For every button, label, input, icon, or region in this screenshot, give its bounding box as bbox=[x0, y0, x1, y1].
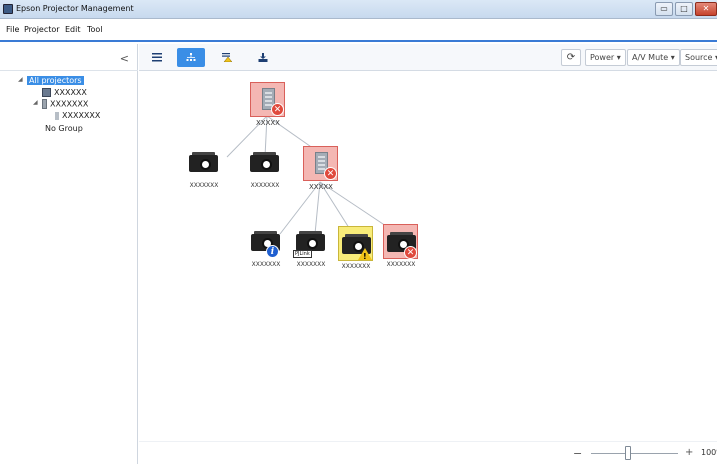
node-label: XXXXX bbox=[309, 183, 333, 191]
tree-item-label: No Group bbox=[45, 124, 83, 133]
node-tile bbox=[247, 145, 282, 180]
zoom-slider-thumb[interactable] bbox=[625, 446, 631, 460]
zoom-slider-track[interactable] bbox=[591, 453, 678, 454]
info-badge-icon: i bbox=[266, 245, 279, 258]
error-badge-icon: ✕ bbox=[324, 167, 337, 180]
error-badge-icon: ✕ bbox=[404, 246, 417, 259]
menu-bar: File Projector Edit Tool bbox=[0, 19, 717, 42]
menu-projector[interactable]: Projector bbox=[24, 25, 60, 34]
node-label: XXXXXXX bbox=[386, 261, 416, 268]
projector-icon bbox=[250, 152, 279, 172]
list-view-button[interactable] bbox=[143, 48, 171, 67]
tree-item-label: XXXXXXX bbox=[62, 111, 101, 120]
error-tile: ✕ bbox=[303, 146, 338, 181]
warning-badge-icon: ! bbox=[358, 248, 372, 261]
zoom-out-button[interactable]: − bbox=[573, 447, 582, 460]
pjlink-tag: PJLink bbox=[293, 250, 312, 258]
tree-item-label: All projectors bbox=[27, 76, 84, 85]
error-badge-icon: ✕ bbox=[271, 103, 284, 116]
download-icon bbox=[258, 53, 268, 62]
download-view-button[interactable] bbox=[249, 48, 277, 67]
minimize-button[interactable]: ▭ bbox=[655, 2, 673, 16]
group-view-canvas[interactable]: ✕ XXXXX XXXXXXX XXXXXXX ✕ XXXXX i XXXXXX… bbox=[139, 71, 717, 464]
close-button[interactable]: ✕ bbox=[695, 2, 717, 16]
panel-divider bbox=[0, 70, 138, 71]
app-icon bbox=[3, 4, 13, 14]
menu-tool[interactable]: Tool bbox=[87, 25, 103, 34]
expand-arrow-icon[interactable]: ◢ bbox=[33, 99, 38, 106]
projector-icon bbox=[55, 111, 59, 120]
warning-tile: ! bbox=[338, 226, 373, 261]
power-button[interactable]: Power ▾ bbox=[585, 49, 626, 66]
av-mute-button[interactable]: A/V Mute ▾ bbox=[627, 49, 680, 66]
group-icon bbox=[42, 88, 51, 97]
node-label: XXXXX bbox=[256, 119, 280, 127]
zoom-percent: 100% bbox=[701, 448, 717, 457]
group-tree-panel: < ◢ All projectors XXXXXX ◢ XXXXXXX XXXX… bbox=[0, 44, 138, 464]
alert-view-button[interactable] bbox=[213, 48, 241, 67]
hierarchy-icon bbox=[186, 53, 196, 61]
menu-file[interactable]: File bbox=[6, 25, 19, 34]
tree-item-projector[interactable]: XXXXXXX bbox=[55, 111, 100, 120]
zoom-in-button[interactable]: + bbox=[685, 447, 693, 458]
tree-item-building[interactable]: ◢ XXXXXXX bbox=[33, 99, 89, 109]
node-label: XXXXXXX bbox=[189, 182, 219, 189]
tree-item-group[interactable]: XXXXXX bbox=[42, 88, 87, 97]
title-bar: Epson Projector Management ▭ □ ✕ bbox=[0, 0, 717, 19]
tree-item-all-projectors[interactable]: ◢ All projectors bbox=[18, 76, 84, 85]
error-tile: ✕ bbox=[250, 82, 285, 117]
error-tile: ✕ bbox=[383, 224, 418, 259]
projector-icon bbox=[296, 231, 325, 251]
tree-item-label: XXXXXX bbox=[54, 88, 87, 97]
node-tile: PJLink bbox=[293, 224, 328, 259]
menu-edit[interactable]: Edit bbox=[65, 25, 81, 34]
node-label: XXXXXXX bbox=[250, 182, 280, 189]
maximize-button[interactable]: □ bbox=[675, 2, 693, 16]
window-title: Epson Projector Management bbox=[16, 4, 134, 13]
tree-item-label: XXXXXXX bbox=[50, 99, 89, 109]
node-tile: i bbox=[248, 224, 283, 259]
warning-list-icon bbox=[222, 53, 232, 62]
projector-icon bbox=[189, 152, 218, 172]
list-icon bbox=[152, 53, 162, 62]
tree-item-no-group[interactable]: No Group bbox=[45, 124, 83, 133]
expand-arrow-icon[interactable]: ◢ bbox=[18, 76, 23, 83]
collapse-panel-button[interactable]: < bbox=[120, 52, 129, 65]
zoom-bar: − + 100% bbox=[139, 441, 717, 464]
view-toolbar: ⟳ Power ▾ A/V Mute ▾ Source ▾ bbox=[139, 44, 717, 71]
building-icon bbox=[42, 99, 47, 109]
refresh-button[interactable]: ⟳ bbox=[561, 49, 581, 66]
group-view-button[interactable] bbox=[177, 48, 205, 67]
node-tile bbox=[186, 145, 221, 180]
source-button[interactable]: Source ▾ bbox=[680, 49, 717, 66]
